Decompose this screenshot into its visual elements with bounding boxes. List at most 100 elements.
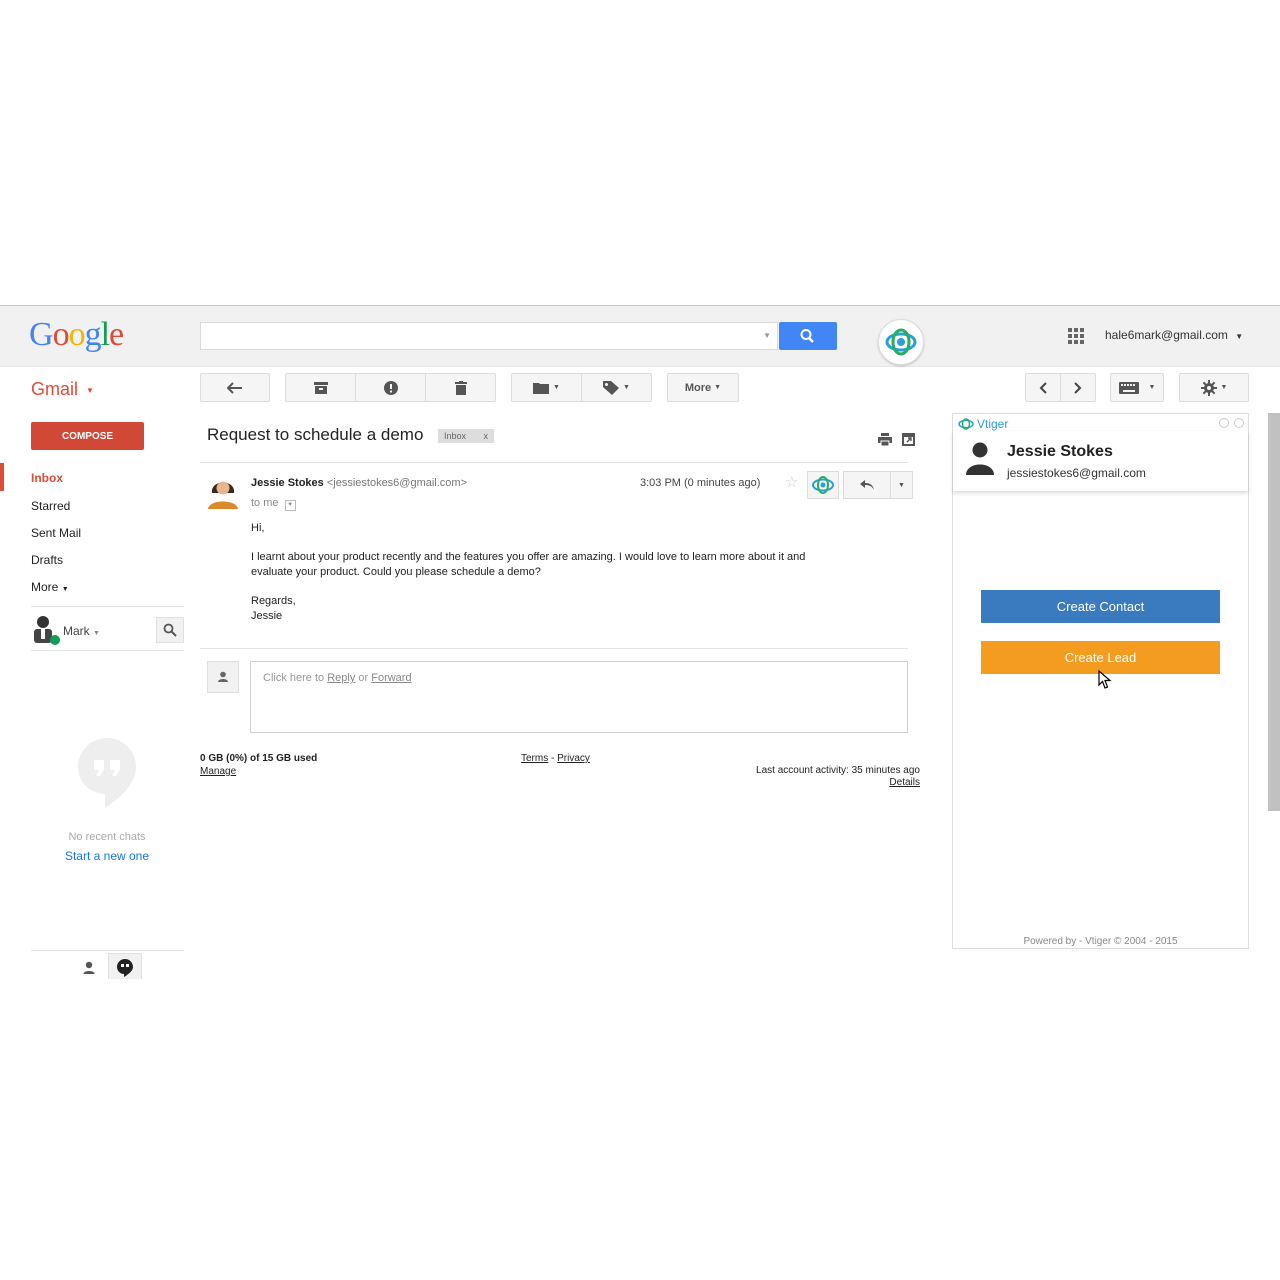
back-button[interactable] — [200, 373, 270, 402]
logo-letter: g — [84, 316, 102, 353]
recipient-line: to me ▼ — [251, 497, 296, 511]
divider — [31, 950, 184, 951]
account-menu[interactable]: hale6mark@gmail.com ▼ — [1105, 328, 1243, 342]
sender-avatar[interactable] — [206, 473, 240, 509]
google-logo[interactable]: Google — [29, 316, 124, 354]
start-new-chat-link[interactable]: Start a new one — [0, 849, 214, 863]
show-details-button[interactable]: ▼ — [284, 500, 296, 511]
vtiger-email-button[interactable] — [807, 471, 839, 499]
vertical-scrollbar[interactable] — [1268, 413, 1280, 811]
chevron-down-icon: ▼ — [93, 630, 100, 637]
reply-link[interactable]: Reply — [327, 672, 355, 684]
settings-button[interactable]: ▼ — [1179, 373, 1249, 402]
footer-dash: - — [551, 753, 555, 764]
chevron-left-icon — [1039, 381, 1047, 394]
newer-button[interactable] — [1026, 374, 1061, 401]
nav-starred[interactable]: Starred — [31, 499, 70, 513]
inbox-label-chip[interactable]: Inbox x — [438, 429, 494, 443]
minimize-icon[interactable] — [1219, 418, 1229, 428]
chat-search-button[interactable] — [156, 617, 184, 643]
email-signature: Jessie — [251, 610, 283, 622]
forward-link[interactable]: Forward — [371, 672, 411, 684]
chevron-down-icon: ▼ — [1235, 332, 1244, 341]
mouse-cursor-icon — [1098, 669, 1112, 695]
report-spam-button[interactable] — [356, 374, 426, 401]
privacy-link[interactable]: Privacy — [557, 753, 590, 764]
logo-letter: o — [52, 316, 70, 353]
search-button[interactable] — [779, 322, 837, 350]
storage-usage: 0 GB (0%) of 15 GB used — [200, 753, 318, 764]
contact-card[interactable]: Jessie Stokes jessiestokes6@gmail.com — [953, 431, 1248, 491]
remove-label-button[interactable]: x — [484, 431, 489, 441]
star-icon[interactable]: ☆ — [785, 473, 798, 491]
archive-icon — [313, 381, 328, 394]
no-recent-chats: No recent chats — [68, 831, 146, 843]
email-subject: Request to schedule a demo — [207, 425, 424, 444]
search-icon — [163, 623, 177, 637]
hangouts-icon — [76, 736, 138, 815]
chevron-down-icon: ▼ — [714, 384, 722, 391]
my-avatar — [207, 661, 239, 693]
archive-button[interactable] — [286, 374, 356, 401]
move-to-button[interactable]: ▼ — [512, 374, 582, 401]
manage-storage-link[interactable]: Manage — [200, 766, 236, 777]
chevron-down-icon: ▼ — [1148, 384, 1156, 391]
left-sidebar: COMPOSE Inbox Starred Sent Mail Drafts M… — [0, 413, 200, 979]
reply-button[interactable] — [844, 472, 891, 498]
power-icon[interactable] — [1234, 418, 1244, 428]
nav-sent-mail[interactable]: Sent Mail — [31, 526, 81, 540]
reply-box[interactable]: Click here to Reply or Forward — [250, 661, 908, 733]
reply-or: or — [358, 672, 369, 684]
labels-button[interactable]: ▼ — [582, 374, 651, 401]
sender-name[interactable]: Jessie Stokes — [251, 477, 324, 489]
label-icon — [603, 380, 620, 395]
print-all-button[interactable] — [878, 433, 892, 451]
account-email: hale6mark@gmail.com — [1105, 328, 1228, 342]
search-input[interactable]: ▼ — [200, 322, 778, 350]
divider — [200, 462, 908, 463]
person-icon — [966, 442, 994, 475]
sender-email: <jessiestokes6@gmail.com> — [326, 477, 468, 489]
new-window-button[interactable] — [902, 433, 915, 451]
more-reply-options[interactable]: ▼ — [891, 472, 912, 498]
nav-inbox[interactable]: Inbox — [31, 471, 63, 485]
input-tools-button[interactable]: ▼ — [1110, 373, 1164, 402]
more-button[interactable]: More ▼ — [667, 373, 739, 402]
active-nav-indicator — [0, 463, 4, 491]
nav-more[interactable]: More ▼ — [31, 580, 69, 594]
email-greeting: Hi, — [251, 522, 265, 534]
person-icon — [83, 961, 95, 974]
vtiger-icon — [958, 418, 974, 430]
vtiger-extension-icon[interactable] — [878, 319, 924, 365]
email-body-line1: I learnt about your product recently and… — [251, 551, 806, 563]
nav-drafts[interactable]: Drafts — [31, 553, 63, 567]
logo-letter: l — [100, 316, 111, 353]
hangouts-quote-icon — [117, 959, 133, 977]
logo-letter: o — [68, 316, 86, 353]
gmail-menu[interactable]: Gmail ▼ — [31, 379, 94, 400]
email-regards: Regards, — [251, 595, 296, 607]
email-timestamp: 3:03 PM (0 minutes ago) — [640, 477, 761, 489]
vtiger-header: Vtiger — [958, 417, 1008, 431]
older-button[interactable] — [1061, 374, 1095, 401]
terms-link[interactable]: Terms — [521, 753, 548, 764]
contact-name: Jessie Stokes — [1007, 443, 1113, 460]
new-window-icon — [902, 433, 915, 446]
pagination-group — [1025, 373, 1096, 402]
spam-icon — [383, 380, 398, 395]
delete-button[interactable] — [426, 374, 495, 401]
chat-user[interactable]: Mark ▼ — [63, 624, 100, 638]
footer-links: Terms - Privacy — [521, 753, 590, 764]
divider — [200, 648, 908, 649]
create-contact-button-visual[interactable]: Create Contact — [981, 590, 1220, 623]
user-avatar[interactable] — [31, 613, 61, 647]
chevron-right-icon — [1074, 381, 1082, 394]
compose-button[interactable]: COMPOSE — [31, 422, 144, 450]
search-options-icon[interactable]: ▼ — [763, 331, 771, 340]
contacts-tab[interactable] — [80, 959, 98, 977]
details-link[interactable]: Details — [700, 777, 920, 788]
print-icon — [878, 433, 892, 447]
email-body-line2: evaluate your product. Could you please … — [251, 566, 541, 578]
hangouts-tab[interactable] — [108, 953, 142, 979]
apps-grid-icon[interactable] — [1068, 328, 1085, 345]
